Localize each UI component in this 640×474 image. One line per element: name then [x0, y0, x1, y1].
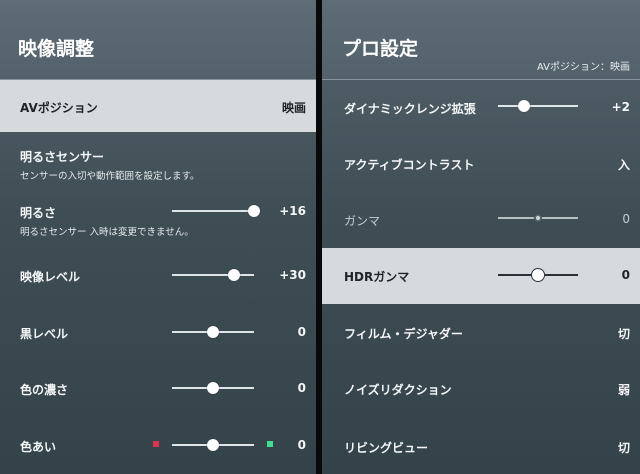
black-level-slider[interactable]: [172, 326, 254, 338]
living-view-row[interactable]: リビングビュー 切: [322, 416, 640, 472]
brightness-sensor-row[interactable]: 明るさセンサー センサーの入切や動作範囲を設定します。: [0, 138, 316, 186]
page-title: プロ設定: [342, 38, 419, 60]
brightness-row[interactable]: 明るさ 明るさセンサー 入時は変更できません。 +16: [0, 192, 316, 244]
av-position-value: 映画: [281, 101, 306, 115]
dynamic-range-slider[interactable]: [498, 100, 578, 112]
slider-knob[interactable]: [207, 439, 219, 451]
gamma-slider[interactable]: [498, 214, 578, 222]
page-title: 映像調整: [18, 38, 95, 60]
noise-reduction-row[interactable]: ノイズリダクション 弱: [322, 360, 640, 416]
av-position-label: AVポジション: [20, 101, 98, 115]
hdr-gamma-value: 0: [621, 268, 630, 282]
film-dejudder-value: 切: [617, 327, 630, 341]
picture-level-value: +30: [279, 268, 306, 282]
slider-knob[interactable]: [227, 269, 240, 281]
black-level-value: 0: [297, 325, 306, 339]
pro-settings-header: プロ設定 AVポジション：映画: [322, 0, 640, 80]
av-position-row[interactable]: AVポジション 映画: [0, 80, 316, 132]
brightness-slider[interactable]: [172, 205, 260, 217]
black-level-row[interactable]: 黒レベル 0: [0, 304, 316, 360]
gamma-row[interactable]: ガンマ 0: [322, 192, 640, 248]
brightness-value: +16: [279, 204, 306, 218]
active-contrast-row[interactable]: アクティブコントラスト 入: [322, 136, 640, 192]
picture-level-row[interactable]: 映像レベル +30: [0, 248, 316, 304]
brightness-note: 明るさセンサー 入時は変更できません。: [20, 227, 194, 238]
slider-knob[interactable]: [534, 214, 542, 222]
hdr-gamma-label: HDRガンマ: [344, 270, 410, 284]
gamma-label: ガンマ: [344, 214, 381, 228]
noise-reduction-value: 弱: [617, 383, 630, 397]
hdr-gamma-row[interactable]: HDRガンマ 0: [322, 248, 640, 304]
active-contrast-value: 入: [617, 158, 630, 172]
gamma-value: 0: [622, 212, 630, 226]
brightness-sensor-label: 明るさセンサー: [20, 150, 105, 164]
slider-knob[interactable]: [532, 269, 544, 281]
dynamic-range-label: ダイナミックレンジ拡張: [344, 102, 476, 116]
active-contrast-label: アクティブコントラスト: [344, 158, 475, 172]
hue-row[interactable]: 色あい 0: [0, 416, 316, 472]
color-depth-slider[interactable]: [172, 382, 254, 394]
picture-level-label: 映像レベル: [20, 270, 81, 284]
dynamic-range-value: +2: [611, 100, 630, 114]
film-dejudder-label: フィルム・デジャダー: [344, 327, 463, 341]
av-position-indicator: AVポジション：映画: [536, 62, 630, 73]
pro-settings-panel: プロ設定 AVポジション：映画 ダイナミックレンジ拡張 +2 アクティブコントラ…: [322, 0, 640, 474]
hdr-gamma-slider[interactable]: [498, 269, 578, 281]
slider-knob[interactable]: [207, 382, 219, 394]
picture-settings-panel: 映像調整 AVポジション 映画 明るさセンサー センサーの入切や動作範囲を設定し…: [0, 0, 316, 474]
color-depth-row[interactable]: 色の濃さ 0: [0, 360, 316, 416]
color-depth-value: 0: [297, 381, 306, 395]
brightness-sensor-description: センサーの入切や動作範囲を設定します。: [20, 171, 200, 182]
black-level-label: 黒レベル: [20, 327, 69, 341]
slider-knob[interactable]: [248, 205, 260, 217]
living-view-value: 切: [617, 441, 630, 455]
picture-settings-header: 映像調整: [0, 0, 316, 80]
living-view-label: リビングビュー: [344, 441, 429, 455]
color-depth-label: 色の濃さ: [20, 383, 69, 397]
hue-slider[interactable]: [172, 439, 254, 451]
film-dejudder-row[interactable]: フィルム・デジャダー 切: [322, 304, 640, 360]
noise-reduction-label: ノイズリダクション: [344, 383, 452, 397]
hue-label: 色あい: [20, 440, 57, 454]
slider-knob[interactable]: [207, 326, 219, 338]
slider-knob[interactable]: [518, 100, 531, 112]
picture-level-slider[interactable]: [172, 269, 254, 281]
dynamic-range-row[interactable]: ダイナミックレンジ拡張 +2: [322, 80, 640, 136]
hue-red-indicator: [153, 441, 159, 447]
brightness-label: 明るさ: [20, 206, 57, 220]
hue-value: 0: [297, 438, 306, 452]
hue-green-indicator: [267, 441, 273, 447]
